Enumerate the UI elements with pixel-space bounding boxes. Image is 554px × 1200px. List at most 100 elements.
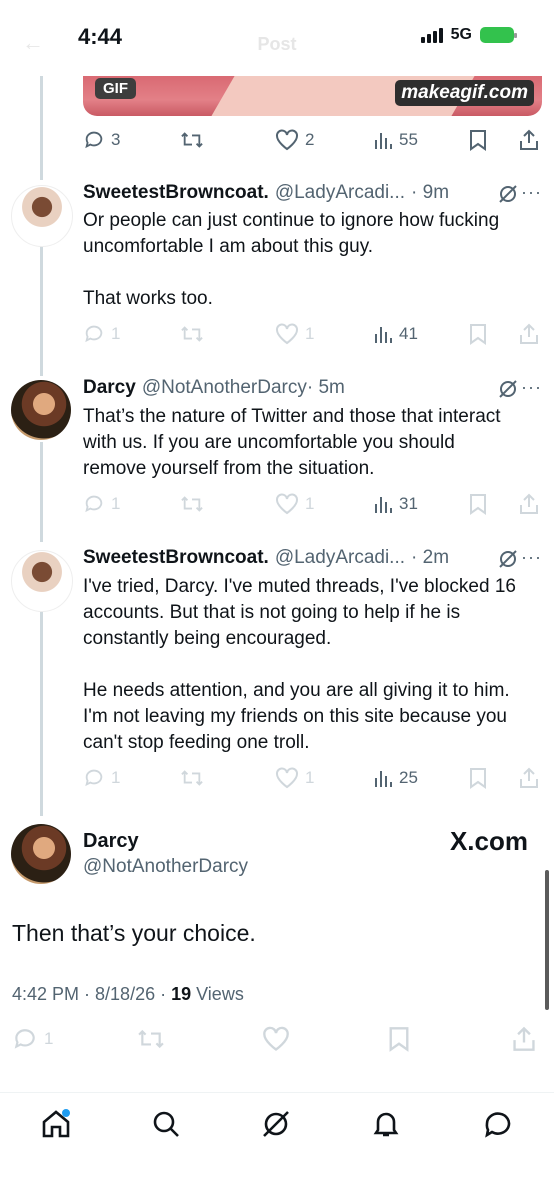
like-button[interactable]: 1 (275, 323, 314, 345)
nav-divider (0, 1092, 554, 1093)
thread-line (40, 76, 43, 180)
tweet-actions: 1 1 41 (83, 322, 543, 346)
avatar[interactable] (11, 185, 73, 247)
like-button[interactable]: 2 (275, 129, 314, 151)
share-icon (520, 493, 538, 514)
more-options-icon[interactable]: ··· (521, 377, 542, 398)
repost-icon (181, 770, 203, 786)
main-tweet-actions: 1 (12, 1026, 542, 1052)
thread-line (40, 246, 43, 376)
reply-count: 1 (44, 1029, 54, 1048)
tweet-actions: 1 1 25 (83, 766, 543, 790)
thread-line (40, 612, 43, 816)
views-button[interactable]: 25 (373, 768, 418, 788)
reply-count: 1 (111, 494, 121, 513)
tweet-actions: 1 1 31 (83, 492, 543, 516)
post-time: · 2m (411, 547, 450, 568)
repost-button[interactable] (179, 129, 205, 151)
post-time: · 9m (411, 182, 450, 203)
like-button[interactable]: 1 (275, 767, 314, 789)
view-count: 25 (399, 768, 418, 787)
heart-icon (276, 767, 298, 789)
notifications-tab[interactable] (370, 1108, 402, 1145)
reply-icon (85, 325, 103, 343)
bell-icon (373, 1112, 399, 1137)
share-button[interactable] (519, 493, 539, 515)
reply-button[interactable]: 1 (83, 767, 120, 789)
tweet-text: That’s the nature of Twitter and those t… (83, 406, 506, 479)
grok-icon[interactable] (498, 184, 518, 209)
share-button[interactable] (512, 1026, 536, 1052)
views-button[interactable]: 41 (373, 324, 418, 344)
bookmark-icon (470, 324, 486, 345)
like-count: 1 (305, 494, 315, 513)
messages-tab[interactable] (482, 1108, 514, 1145)
like-button[interactable] (262, 1026, 290, 1052)
share-button[interactable] (519, 323, 539, 345)
main-tweet-meta: 4:42 PM · 8/18/26 · 19 Views (12, 984, 244, 1005)
gif-media[interactable]: GIF makeagif.com (83, 76, 542, 116)
grok-tab[interactable] (260, 1108, 292, 1145)
bookmark-button[interactable] (469, 129, 487, 151)
tweet-text: I've tried, Darcy. I've muted threads, I… (83, 576, 516, 753)
battery-icon (480, 27, 517, 43)
repost-icon (181, 132, 203, 148)
home-tab[interactable] (40, 1108, 72, 1145)
bookmark-button[interactable] (469, 323, 487, 345)
avatar[interactable] (11, 380, 71, 440)
main-display-name[interactable]: Darcy (83, 830, 139, 853)
heart-icon (276, 323, 298, 345)
like-button[interactable]: 1 (275, 493, 314, 515)
handle[interactable]: @NotAnotherDarcy (142, 377, 307, 399)
share-button[interactable] (519, 767, 539, 789)
grok-icon (263, 1111, 289, 1137)
avatar[interactable] (11, 824, 71, 884)
views-label: Views (191, 984, 244, 1004)
views-button[interactable]: 31 (373, 494, 418, 514)
repost-button[interactable] (179, 767, 205, 789)
bookmark-button[interactable] (469, 767, 487, 789)
reply-count: 3 (111, 130, 121, 149)
search-icon (153, 1111, 179, 1137)
search-tab[interactable] (150, 1108, 182, 1145)
reply-button[interactable]: 1 (12, 1026, 53, 1052)
more-options-icon[interactable]: ··· (521, 182, 542, 203)
handle[interactable]: @LadyArcadi... (275, 182, 405, 204)
reply-button[interactable]: 3 (83, 129, 120, 151)
main-handle[interactable]: @NotAnotherDarcy (83, 856, 248, 878)
repost-button[interactable] (179, 323, 205, 345)
bookmark-button[interactable] (469, 493, 487, 515)
bottom-nav (0, 1100, 554, 1150)
tweet-header: Darcy @NotAnotherDarcy · 5m (83, 377, 345, 399)
share-icon (520, 767, 538, 788)
display-name[interactable]: SweetestBrowncoat. (83, 182, 269, 204)
thread-line (40, 442, 43, 542)
repost-icon (138, 1029, 164, 1049)
reply-button[interactable]: 1 (83, 493, 120, 515)
reply-button[interactable]: 1 (83, 323, 120, 345)
display-name[interactable]: SweetestBrowncoat. (83, 547, 269, 569)
share-button[interactable] (519, 129, 539, 151)
chat-icon (485, 1112, 511, 1138)
more-options-icon[interactable]: ··· (521, 547, 542, 568)
heart-icon (276, 129, 298, 151)
display-name[interactable]: Darcy (83, 377, 136, 399)
views-count[interactable]: 19 (171, 984, 191, 1004)
repost-button[interactable] (136, 1026, 166, 1052)
view-count: 31 (399, 494, 418, 513)
grok-icon[interactable] (498, 379, 518, 404)
grok-icon[interactable] (498, 549, 518, 574)
timestamp: 4:42 PM · 8/18/26 · (12, 984, 172, 1004)
handle[interactable]: @LadyArcadi... (275, 547, 405, 569)
gif-watermark: makeagif.com (395, 80, 534, 106)
xcom-watermark: X.com (449, 826, 528, 856)
bookmark-button[interactable] (388, 1026, 410, 1052)
avatar[interactable] (11, 550, 73, 612)
repost-button[interactable] (179, 493, 205, 515)
post-time: · 5m (306, 377, 345, 398)
reply-icon (85, 131, 103, 149)
views-icon (375, 497, 392, 513)
scrollbar[interactable] (545, 870, 549, 1010)
main-tweet-text: Then that’s your choice. (12, 920, 256, 946)
views-button[interactable]: 55 (373, 130, 418, 150)
